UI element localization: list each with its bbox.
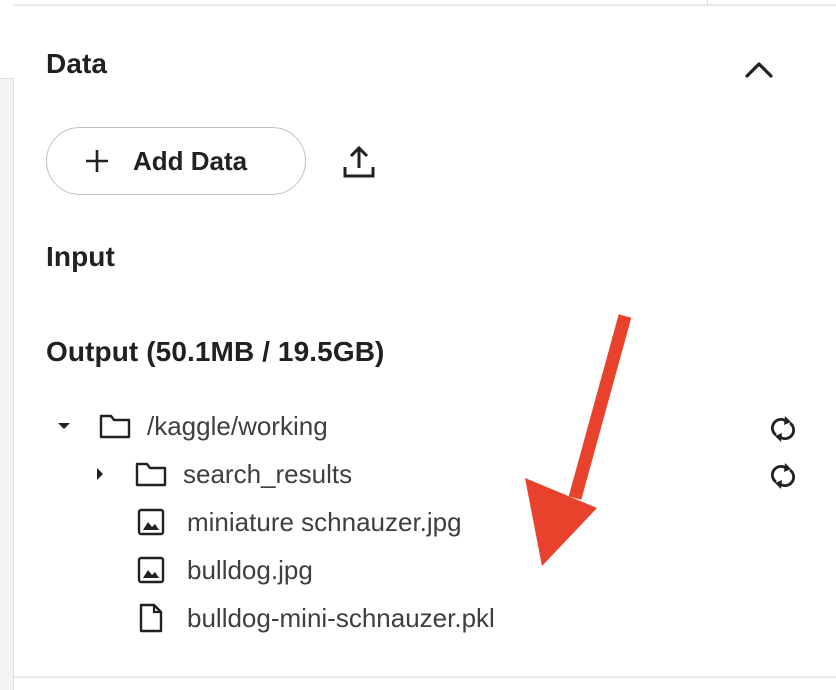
top-border (14, 0, 836, 6)
input-section-title: Input (46, 241, 115, 272)
folder-icon (135, 458, 167, 490)
tree-row-file[interactable]: bulldog.jpg (135, 550, 313, 590)
image-file-icon (135, 554, 167, 586)
add-data-button[interactable]: Add Data (46, 127, 306, 195)
collapse-button[interactable] (742, 52, 776, 86)
gutter-top (0, 0, 14, 79)
chevron-up-icon (745, 62, 773, 78)
tree-item-label: search_results (183, 458, 353, 489)
tree-row-search-results[interactable]: search_results (90, 454, 352, 494)
tree-item-label: miniature schnauzer.jpg (187, 506, 462, 537)
refresh-icon (771, 463, 795, 489)
tree-row-file[interactable]: miniature schnauzer.jpg (135, 502, 462, 542)
upload-icon (343, 145, 375, 178)
output-section-title: Output (50.1MB / 19.5GB) (46, 336, 385, 367)
data-panel: Data Add Data Input Output (50.1MB / 19.… (15, 8, 836, 676)
refresh-icon (771, 416, 795, 442)
tree-item-label: bulldog-mini-schnauzer.pkl (187, 602, 495, 633)
caret-down-icon[interactable] (54, 416, 74, 436)
bottom-border (14, 676, 836, 690)
image-file-icon (135, 506, 167, 538)
caret-right-icon[interactable] (90, 464, 110, 484)
top-divider (707, 0, 708, 6)
folder-icon (99, 410, 131, 442)
left-gutter (0, 0, 14, 690)
tree-item-label: bulldog.jpg (187, 554, 313, 585)
plus-icon (83, 147, 111, 175)
refresh-search-results-button[interactable] (768, 461, 798, 491)
annotation-arrow (525, 314, 632, 566)
tree-row-root[interactable]: /kaggle/working (54, 406, 328, 446)
file-icon (135, 602, 167, 634)
data-panel-title: Data (46, 48, 108, 79)
refresh-root-button[interactable] (768, 414, 798, 444)
tree-row-file[interactable]: bulldog-mini-schnauzer.pkl (135, 598, 495, 638)
upload-button[interactable] (340, 143, 378, 181)
add-data-label: Add Data (133, 145, 248, 176)
tree-item-label: /kaggle/working (147, 410, 328, 441)
